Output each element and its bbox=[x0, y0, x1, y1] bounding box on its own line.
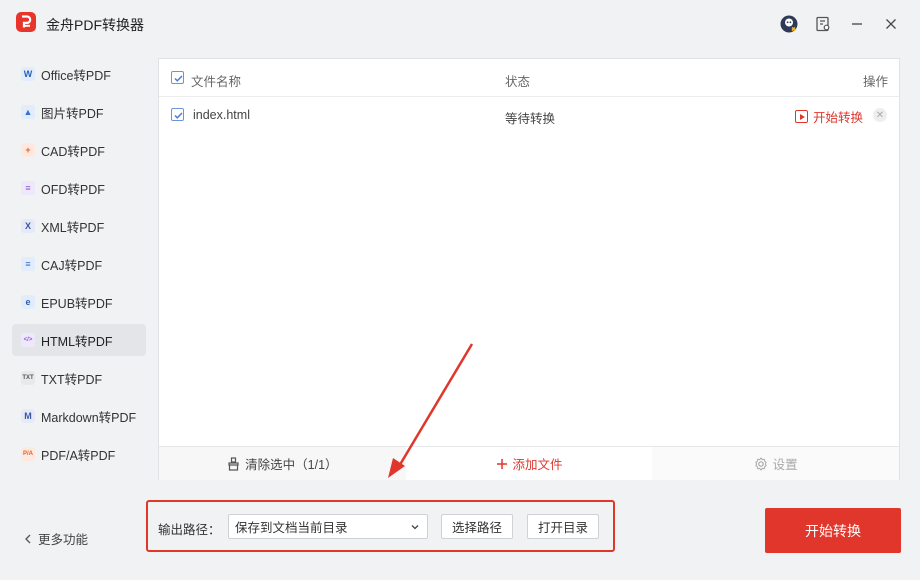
sidebar-item-0[interactable]: W Office转PDF bbox=[12, 58, 146, 90]
chevron-down-icon bbox=[411, 525, 419, 530]
remove-row-icon[interactable]: ✕ bbox=[873, 108, 887, 122]
plus-icon bbox=[496, 458, 507, 469]
html-icon: </> bbox=[21, 333, 35, 347]
epub-icon: e bbox=[21, 295, 35, 309]
app-logo bbox=[16, 12, 36, 32]
file-status: 等待转换 bbox=[505, 112, 556, 126]
sidebar-item-2[interactable]: + CAD转PDF bbox=[12, 134, 146, 166]
sidebar-item-8[interactable]: TXT TXT转PDF bbox=[12, 362, 146, 394]
output-path-section: 输出路径： 保存到文档当前目录 选择路径 打开目录 bbox=[146, 500, 615, 552]
settings-label: 设置 bbox=[772, 458, 798, 472]
sidebar-item-label: Office转PDF bbox=[41, 68, 111, 83]
column-header-action: 操作 bbox=[863, 75, 889, 89]
minimize-icon[interactable] bbox=[840, 0, 874, 48]
sidebar-item-4[interactable]: X XML转PDF bbox=[12, 210, 146, 242]
app-title: 金舟PDF转换器 bbox=[46, 17, 144, 33]
more-features-link[interactable]: 更多功能 bbox=[24, 529, 88, 548]
more-features-label: 更多功能 bbox=[38, 533, 89, 547]
clear-selected-label: 清除选中（1/1） bbox=[245, 458, 338, 472]
table-header: 文件名称 状态 操作 bbox=[159, 59, 899, 97]
sidebar-item-7[interactable]: </> HTML转PDF bbox=[12, 324, 146, 356]
column-header-status: 状态 bbox=[505, 75, 531, 89]
sidebar-item-label: TXT转PDF bbox=[41, 372, 103, 387]
file-list-panel: 文件名称 状态 操作 index.html 等待转换 开始转换 ✕ 清除选中（1… bbox=[158, 58, 900, 480]
clear-selected-button[interactable]: 清除选中（1/1） bbox=[159, 447, 406, 480]
file-actions-bar: 清除选中（1/1） 添加文件 设置 bbox=[159, 446, 900, 480]
open-folder-button[interactable]: 打开目录 bbox=[527, 514, 599, 539]
title-bar: 金舟PDF转换器 bbox=[0, 0, 920, 48]
xml-icon: X bbox=[21, 219, 35, 233]
column-header-name: 文件名称 bbox=[191, 75, 242, 89]
sidebar-item-6[interactable]: e EPUB转PDF bbox=[12, 286, 146, 318]
ofd-icon: ≡ bbox=[21, 181, 35, 195]
add-file-label: 添加文件 bbox=[512, 458, 563, 472]
settings-button[interactable]: 设置 bbox=[652, 447, 900, 480]
sidebar-item-3[interactable]: ≡ OFD转PDF bbox=[12, 172, 146, 204]
sidebar-item-label: Markdown转PDF bbox=[41, 410, 137, 425]
add-file-button[interactable]: 添加文件 bbox=[405, 447, 653, 480]
office-icon: W bbox=[21, 67, 35, 81]
sidebar: W Office转PDF ▲ 图片转PDF + CAD转PDF ≡ OFD转PDF X XML转P… bbox=[12, 58, 146, 476]
open-folder-label: 打开目录 bbox=[537, 521, 588, 535]
cad-icon: + bbox=[21, 143, 35, 157]
sidebar-item-label: 图片转PDF bbox=[41, 106, 104, 121]
sidebar-item-label: CAJ转PDF bbox=[41, 258, 103, 273]
broom-icon bbox=[228, 456, 239, 471]
start-convert-button[interactable]: 开始转换 bbox=[765, 508, 901, 553]
file-name: index.html bbox=[193, 108, 250, 122]
row-start-convert-button[interactable]: 开始转换 bbox=[795, 107, 863, 126]
markdown-icon: M bbox=[21, 409, 35, 423]
start-convert-label: 开始转换 bbox=[805, 522, 861, 539]
sidebar-item-label: EPUB转PDF bbox=[41, 296, 113, 311]
feedback-icon[interactable] bbox=[806, 0, 840, 48]
user-avatar-icon[interactable] bbox=[772, 0, 806, 48]
close-icon[interactable] bbox=[874, 0, 908, 48]
sidebar-item-label: PDF/A转PDF bbox=[41, 448, 116, 463]
sidebar-item-10[interactable]: P/A PDF/A转PDF bbox=[12, 438, 146, 470]
pdfa-icon: P/A bbox=[21, 447, 35, 461]
sidebar-item-label: XML转PDF bbox=[41, 220, 105, 235]
sidebar-item-5[interactable]: ≡ CAJ转PDF bbox=[12, 248, 146, 280]
sidebar-item-1[interactable]: ▲ 图片转PDF bbox=[12, 96, 146, 128]
caj-icon: ≡ bbox=[21, 257, 35, 271]
image-icon: ▲ bbox=[21, 105, 35, 119]
txt-icon: TXT bbox=[21, 371, 35, 385]
output-path-selected: 保存到文档当前目录 bbox=[235, 521, 348, 535]
play-icon bbox=[795, 110, 808, 123]
output-path-select[interactable]: 保存到文档当前目录 bbox=[228, 514, 428, 539]
table-row[interactable]: index.html 等待转换 开始转换 ✕ bbox=[159, 97, 899, 133]
choose-path-label: 选择路径 bbox=[451, 521, 502, 535]
output-path-label: 输出路径： bbox=[158, 523, 221, 537]
sidebar-item-label: CAD转PDF bbox=[41, 144, 105, 159]
sidebar-item-label: OFD转PDF bbox=[41, 182, 105, 197]
sidebar-item-label: HTML转PDF bbox=[41, 334, 113, 349]
chevron-left-icon bbox=[25, 534, 31, 543]
choose-path-button[interactable]: 选择路径 bbox=[441, 514, 513, 539]
select-all-checkbox[interactable] bbox=[171, 71, 184, 84]
gear-icon bbox=[754, 456, 767, 471]
row-checkbox[interactable] bbox=[171, 108, 184, 121]
sidebar-item-9[interactable]: M Markdown转PDF bbox=[12, 400, 146, 432]
row-start-convert-label: 开始转换 bbox=[813, 111, 864, 125]
